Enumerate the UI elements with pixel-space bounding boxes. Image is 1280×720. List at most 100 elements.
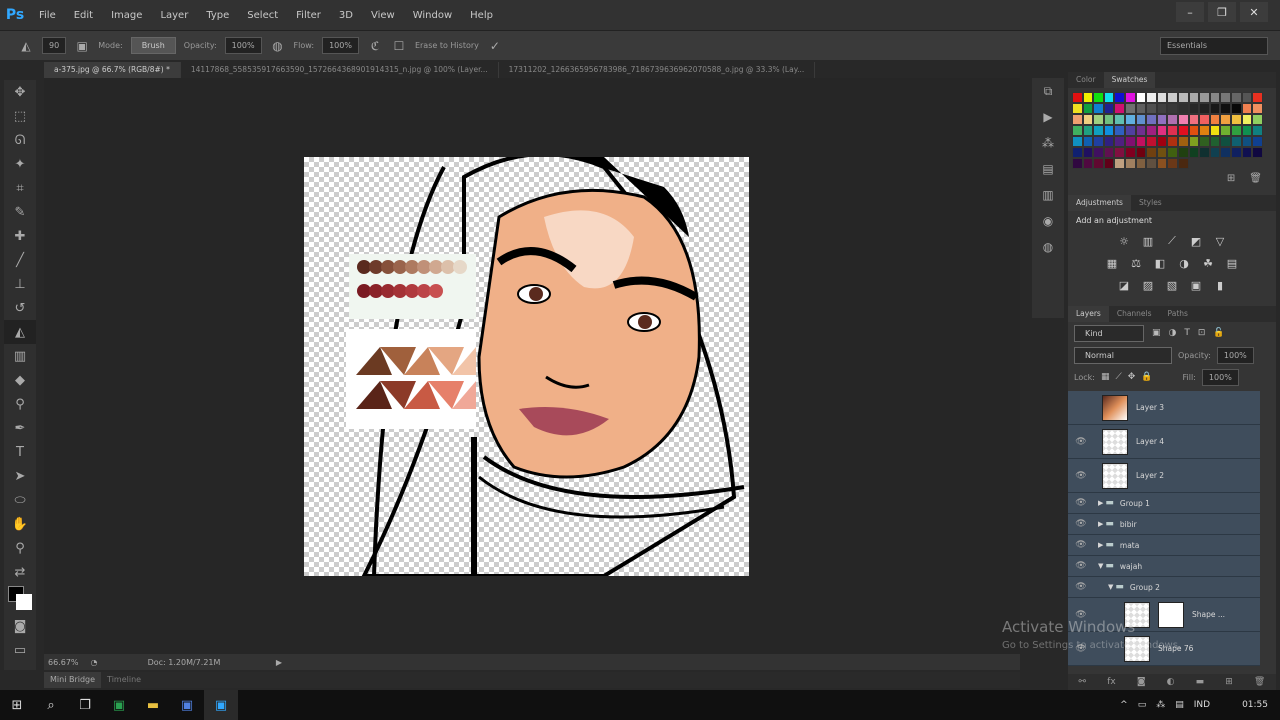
posterize-icon[interactable]: ▨ bbox=[1141, 278, 1155, 292]
curves-icon[interactable]: ⟋ bbox=[1165, 234, 1179, 248]
swatch[interactable] bbox=[1220, 114, 1231, 125]
swatch[interactable] bbox=[1072, 125, 1083, 136]
swatch[interactable] bbox=[1114, 114, 1125, 125]
swatch[interactable] bbox=[1103, 103, 1115, 114]
notification-icon[interactable]: ▤ bbox=[1175, 700, 1184, 710]
swatch[interactable] bbox=[1146, 92, 1157, 103]
swatch[interactable] bbox=[1241, 92, 1253, 103]
visibility-eye-icon[interactable]: 👁 bbox=[1068, 519, 1094, 529]
dodge-tool-icon[interactable]: ⚲ bbox=[4, 392, 36, 416]
swatch[interactable] bbox=[1082, 114, 1094, 125]
link-layers-icon[interactable]: ⚯ bbox=[1079, 677, 1087, 687]
swatch[interactable] bbox=[1103, 158, 1115, 169]
excel-icon[interactable]: ▣ bbox=[102, 690, 136, 720]
shape-tool-icon[interactable]: ⬭ bbox=[4, 488, 36, 512]
swatch[interactable] bbox=[1177, 103, 1189, 114]
language-indicator[interactable]: IND bbox=[1194, 700, 1210, 710]
swatch[interactable] bbox=[1230, 92, 1242, 103]
swatch[interactable] bbox=[1146, 158, 1157, 169]
swatch[interactable] bbox=[1177, 114, 1189, 125]
document-canvas[interactable] bbox=[304, 157, 749, 576]
swatch[interactable] bbox=[1209, 147, 1221, 158]
swatch[interactable] bbox=[1093, 136, 1104, 147]
swatch[interactable] bbox=[1135, 114, 1147, 125]
eraser-tool-icon[interactable]: ◭ bbox=[18, 38, 34, 54]
tab-swatches[interactable]: Swatches bbox=[1103, 72, 1156, 88]
swap-colors-icon[interactable]: ⇄ bbox=[4, 560, 36, 584]
swatch[interactable] bbox=[1114, 147, 1125, 158]
swatch[interactable] bbox=[1209, 92, 1221, 103]
brush-presets-icon[interactable]: ⁂ bbox=[1032, 130, 1064, 156]
start-icon[interactable]: ⊞ bbox=[0, 690, 34, 720]
swatch[interactable] bbox=[1167, 136, 1178, 147]
visibility-eye-icon[interactable]: 👁 bbox=[1068, 582, 1094, 592]
gradient-tool-icon[interactable]: ▥ bbox=[4, 344, 36, 368]
tab-adjustments[interactable]: Adjustments bbox=[1068, 195, 1131, 211]
swatch[interactable] bbox=[1188, 92, 1200, 103]
tab-channels[interactable]: Channels bbox=[1109, 306, 1160, 322]
menu-window[interactable]: Window bbox=[404, 10, 461, 21]
swatch[interactable] bbox=[1135, 158, 1147, 169]
healing-brush-icon[interactable]: ✚ bbox=[4, 224, 36, 248]
marquee-tool-icon[interactable]: ⬚ bbox=[4, 104, 36, 128]
move-tool-icon[interactable]: ✥ bbox=[4, 80, 36, 104]
swatch[interactable] bbox=[1177, 92, 1189, 103]
swatch[interactable] bbox=[1188, 103, 1200, 114]
swatch[interactable] bbox=[1252, 147, 1263, 158]
lock-transparent-icon[interactable]: ▦ bbox=[1101, 372, 1110, 382]
new-group-icon[interactable]: ▬ bbox=[1196, 677, 1205, 687]
swatch[interactable] bbox=[1146, 114, 1157, 125]
tab-paths[interactable]: Paths bbox=[1160, 306, 1196, 322]
swatch[interactable] bbox=[1124, 147, 1136, 158]
swatch[interactable] bbox=[1220, 147, 1231, 158]
history-icon[interactable]: ⧉ bbox=[1032, 78, 1064, 104]
swatch[interactable] bbox=[1177, 158, 1189, 169]
filter-type-icon[interactable]: T bbox=[1184, 328, 1190, 338]
background-color[interactable] bbox=[16, 594, 32, 610]
filter-shape-icon[interactable]: ⊡ bbox=[1198, 328, 1206, 338]
battery-icon[interactable]: ▭ bbox=[1138, 700, 1147, 710]
menu-filter[interactable]: Filter bbox=[287, 10, 330, 21]
file-explorer-icon[interactable]: ▬ bbox=[136, 690, 170, 720]
swatch[interactable] bbox=[1072, 136, 1083, 147]
menu-file[interactable]: File bbox=[30, 10, 65, 21]
pen-tool-icon[interactable]: ✒ bbox=[4, 416, 36, 440]
word-icon[interactable]: ▣ bbox=[170, 690, 204, 720]
swatch[interactable] bbox=[1241, 114, 1253, 125]
swatch[interactable] bbox=[1220, 125, 1231, 136]
swatch[interactable] bbox=[1135, 136, 1147, 147]
swatch[interactable] bbox=[1082, 125, 1094, 136]
swatch[interactable] bbox=[1146, 136, 1157, 147]
status-menu-arrow-icon[interactable]: ▶ bbox=[264, 658, 294, 667]
swatch[interactable] bbox=[1252, 114, 1263, 125]
brush-size-picker[interactable]: 90 bbox=[42, 37, 67, 54]
gradient-map-icon[interactable]: ▮ bbox=[1213, 278, 1227, 292]
wifi-icon[interactable]: ⁂ bbox=[1156, 700, 1165, 710]
swatch[interactable] bbox=[1114, 92, 1125, 103]
color-balance-icon[interactable]: ◧ bbox=[1153, 256, 1167, 270]
photoshop-taskbar-icon[interactable]: ▣ bbox=[204, 690, 238, 720]
visibility-eye-icon[interactable]: 👁 bbox=[1068, 471, 1094, 481]
expand-down-icon[interactable]: ▼ bbox=[1108, 583, 1113, 591]
swatch[interactable] bbox=[1114, 158, 1125, 169]
add-mask-icon[interactable]: ◙ bbox=[1137, 677, 1146, 687]
properties-icon[interactable]: ◍ bbox=[1032, 234, 1064, 260]
invert-icon[interactable]: ◪ bbox=[1117, 278, 1131, 292]
filter-pixel-icon[interactable]: ▣ bbox=[1152, 328, 1161, 338]
swatch[interactable] bbox=[1103, 114, 1115, 125]
close-button[interactable]: ✕ bbox=[1240, 2, 1268, 22]
swatch[interactable] bbox=[1209, 103, 1221, 114]
tab-timeline[interactable]: Timeline bbox=[101, 672, 147, 688]
swatch[interactable] bbox=[1114, 125, 1125, 136]
vibrance-icon[interactable]: ▦ bbox=[1105, 256, 1119, 270]
mode-dropdown[interactable]: Brush bbox=[130, 37, 176, 54]
search-icon[interactable]: ⌕ bbox=[34, 690, 68, 720]
swatch[interactable] bbox=[1230, 103, 1242, 114]
document-tab[interactable]: 17311202_1266365956783986_71867396369620… bbox=[499, 62, 816, 78]
swatch[interactable] bbox=[1177, 136, 1189, 147]
layer-row[interactable]: 👁 ▶ ▬ mata bbox=[1068, 535, 1260, 556]
visibility-eye-icon[interactable]: 👁 bbox=[1068, 498, 1094, 508]
new-layer-icon[interactable]: ⊞ bbox=[1225, 677, 1233, 687]
swatch[interactable] bbox=[1072, 103, 1083, 114]
swatch[interactable] bbox=[1082, 147, 1094, 158]
